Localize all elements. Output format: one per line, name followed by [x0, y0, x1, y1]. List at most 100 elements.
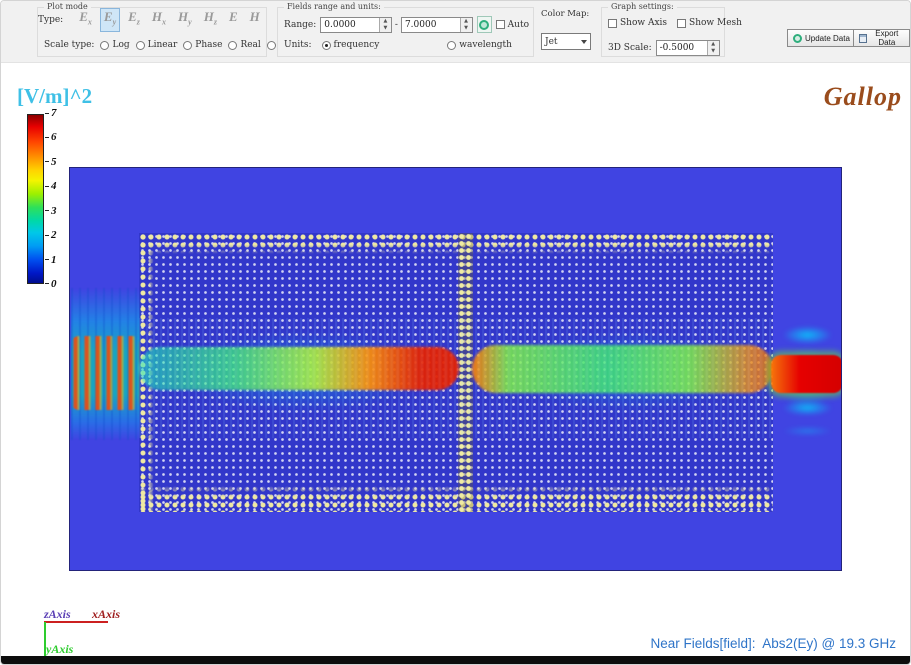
exit-lobe-top [772, 322, 842, 348]
update-circle-icon [793, 34, 802, 43]
plot-mode-group: Plot mode Type: Ex Ey Ez Hx Hy Hz E H Sc… [37, 7, 267, 57]
exit-beam [771, 355, 842, 393]
refresh-circle-icon [479, 20, 489, 30]
radio-icon [136, 41, 145, 50]
radio-icon [100, 41, 109, 50]
gallop-logo: Gallop [824, 82, 902, 112]
units-label: Units: [284, 40, 312, 50]
units-radio-wavelength[interactable]: wavelength [447, 40, 512, 50]
scale-radio-linear[interactable]: Linear [136, 40, 178, 50]
spin-up-icon[interactable]: ▲ [461, 18, 472, 25]
range-min-input[interactable]: 0.0000 ▲▼ [320, 17, 392, 33]
checkbox-icon [677, 19, 686, 28]
export-file-icon [859, 34, 867, 43]
plot-mode-title: Plot mode [44, 2, 91, 11]
range-max-spinner[interactable]: ▲▼ [460, 18, 472, 32]
apply-range-button[interactable] [477, 16, 492, 33]
colorbar [27, 114, 44, 284]
type-row: Type: Ex Ey Ez Hx Hy Hz E H [38, 8, 266, 32]
colorbar-tick: 1 [45, 255, 57, 265]
scale-type-label: Scale type: [44, 40, 94, 50]
type-option-ez[interactable]: Ez [124, 8, 144, 32]
graph-settings-checkbox-row: Show Axis Show Mesh [608, 18, 742, 28]
auto-checkbox[interactable]: Auto [496, 20, 529, 30]
y-axis-label: yAxis [46, 642, 73, 657]
radio-icon [228, 41, 237, 50]
beam-left-segment [139, 347, 459, 390]
radio-icon [183, 41, 192, 50]
type-option-e[interactable]: E [225, 8, 242, 32]
type-option-h[interactable]: H [246, 8, 264, 32]
range-max-value: 7.0000 [402, 18, 460, 32]
exit-lobe-bottom [772, 397, 842, 419]
scale-3d-row: 3D Scale: -0.5000 ▲▼ [608, 40, 720, 56]
range-separator: - [395, 20, 398, 30]
colorbar-tick: 2 [45, 230, 57, 240]
type-option-hy[interactable]: Hy [174, 8, 196, 32]
exit-lobe-bottom-faint [772, 424, 842, 438]
show-mesh-checkbox[interactable]: Show Mesh [677, 18, 742, 28]
fields-range-group: Fields range and units: Range: 0.0000 ▲▼… [277, 7, 534, 57]
radio-checked-icon [322, 41, 331, 50]
spin-up-icon[interactable]: ▲ [380, 18, 391, 25]
graph-settings-title: Graph settings: [608, 2, 677, 11]
radio-icon [447, 41, 456, 50]
colorbar-tick: 0 [45, 279, 57, 289]
spin-down-icon[interactable]: ▼ [380, 25, 391, 32]
scale-3d-spinner[interactable]: ▲▼ [707, 41, 719, 55]
fields-range-title: Fields range and units: [284, 2, 384, 11]
type-options: Ex Ey Ez Hx Hy Hz E H [75, 8, 264, 32]
range-row: Range: 0.0000 ▲▼ - 7.0000 ▲▼ Auto [284, 16, 529, 33]
type-option-ey[interactable]: Ey [100, 8, 120, 32]
app-window: Plot mode Type: Ex Ey Ez Hx Hy Hz E H Sc… [0, 0, 911, 665]
checkbox-icon [496, 20, 505, 29]
field-plot[interactable] [69, 167, 842, 571]
status-text: Near Fields[field]: Abs2(Ey) @ 19.3 GHz [650, 636, 896, 651]
range-label: Range: [284, 20, 316, 30]
spin-down-icon[interactable]: ▼ [461, 25, 472, 32]
type-label: Type: [38, 15, 63, 25]
spin-up-icon[interactable]: ▲ [708, 41, 719, 48]
colorbar-tick: 7 [45, 108, 57, 118]
checkbox-icon [608, 19, 617, 28]
colorbar-tick: 5 [45, 157, 57, 167]
range-min-value: 0.0000 [321, 18, 379, 32]
type-option-hx[interactable]: Hx [148, 8, 170, 32]
bottom-bar [1, 656, 910, 664]
range-max-input[interactable]: 7.0000 ▲▼ [401, 17, 473, 33]
scale-radio-log[interactable]: Log [100, 40, 129, 50]
scale-3d-input[interactable]: -0.5000 ▲▼ [656, 40, 720, 56]
colorbar-tick: 6 [45, 132, 57, 142]
scale-radio-phase[interactable]: Phase [183, 40, 222, 50]
units-radio-frequency[interactable]: frequency [322, 40, 380, 50]
scale-radio-real[interactable]: Real [228, 40, 260, 50]
graph-settings-group: Graph settings: Show Axis Show Mesh 3D S… [601, 7, 725, 57]
chevron-down-icon [581, 40, 587, 44]
scale-3d-value: -0.5000 [657, 41, 707, 55]
z-axis-label: zAxis [44, 607, 71, 622]
mesh-bottom-boundary [139, 485, 773, 512]
update-data-button[interactable]: Update Data [787, 29, 856, 47]
range-min-spinner[interactable]: ▲▼ [379, 18, 391, 32]
colorbar-unit-label: [V/m]^2 [17, 84, 92, 109]
radio-icon [267, 41, 276, 50]
color-map-group: Color Map: Jet [541, 7, 597, 57]
units-row: Units: frequency wavelength [284, 40, 512, 50]
beam-right-segment [472, 345, 773, 393]
type-option-ex[interactable]: Ex [75, 8, 96, 32]
export-data-button[interactable]: Export Data [853, 29, 910, 47]
x-axis-label: xAxis [92, 607, 120, 622]
show-axis-checkbox[interactable]: Show Axis [608, 18, 667, 28]
type-option-hz[interactable]: Hz [200, 8, 221, 32]
scale-3d-label: 3D Scale: [608, 43, 652, 53]
colorbar-tick: 4 [45, 181, 57, 191]
color-map-select[interactable]: Jet [541, 33, 591, 50]
viewer-canvas: [V/m]^2 7 6 5 4 3 2 1 0 Gallop [1, 64, 910, 658]
color-map-value: Jet [545, 37, 558, 47]
toolbar: Plot mode Type: Ex Ey Ez Hx Hy Hz E H Sc… [1, 1, 910, 63]
spin-down-icon[interactable]: ▼ [708, 48, 719, 55]
colorbar-ticks: 7 6 5 4 3 2 1 0 [45, 108, 57, 289]
color-map-title: Color Map: [541, 9, 589, 19]
mesh-top-boundary [139, 233, 773, 254]
colorbar-tick: 3 [45, 206, 57, 216]
